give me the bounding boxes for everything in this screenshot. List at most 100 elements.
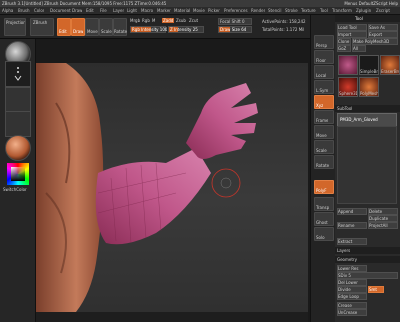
all-button[interactable]: All xyxy=(352,45,366,52)
texture-slot[interactable] xyxy=(5,111,31,137)
menu-item[interactable]: Stencil xyxy=(268,8,282,13)
rtool-persp[interactable]: Persp xyxy=(314,35,334,49)
rtool-scale[interactable]: Scale xyxy=(314,140,334,154)
menu-item[interactable]: Edit xyxy=(86,8,94,13)
subtool-item-selected[interactable]: PM3D_Arm_Gloved xyxy=(337,113,397,127)
zsub-toggle[interactable]: Zsub xyxy=(176,18,186,23)
polymesh-thumbnail[interactable]: PolyMesh3D xyxy=(359,77,379,97)
divide-button[interactable]: Divide xyxy=(337,286,367,293)
subtool-header[interactable]: SubTool xyxy=(335,105,400,112)
edit-button[interactable]: Edit xyxy=(57,18,71,36)
sdiv-slider[interactable]: SDiv 5 xyxy=(337,272,398,279)
zadd-toggle[interactable]: Zadd xyxy=(162,18,175,23)
save-as-button[interactable]: Save As xyxy=(368,24,398,31)
menu-item[interactable]: Light xyxy=(127,8,137,13)
window-right-controls[interactable]: Menus DefaultZScript Help xyxy=(344,1,398,6)
simple-brush-thumbnail[interactable]: SimpleBrush xyxy=(359,55,379,75)
menu-item[interactable]: Brush xyxy=(18,8,30,13)
material-icon[interactable] xyxy=(5,135,31,161)
goz-button[interactable]: GoZ xyxy=(337,45,351,52)
menu-item[interactable]: Layer xyxy=(113,8,124,13)
zcut-toggle[interactable]: Zcut xyxy=(189,18,198,23)
rtool-rotate[interactable]: Rotate xyxy=(314,155,334,169)
extract-button[interactable]: Extract xyxy=(337,238,367,245)
project-all-button[interactable]: ProjectAll xyxy=(368,222,398,229)
alpha-slot[interactable] xyxy=(5,87,31,113)
make-polymesh-button[interactable]: Make PolyMesh3D xyxy=(352,38,398,45)
menu-item[interactable]: Color xyxy=(34,8,44,13)
menu-item[interactable]: Marker xyxy=(157,8,171,13)
move-button[interactable]: Move xyxy=(85,18,99,36)
menu-item[interactable]: Zplugin xyxy=(356,8,371,13)
scale-button[interactable]: Scale xyxy=(99,18,113,36)
z-intensity-label: Z Intensity 25 xyxy=(170,27,198,32)
rtool-transp[interactable]: Transp xyxy=(314,197,334,211)
sphere-thumbnail[interactable]: Sphere3D xyxy=(338,77,358,97)
export-button[interactable]: Export xyxy=(368,31,398,38)
rtool-ghost[interactable]: Ghost xyxy=(314,212,334,226)
subtool-title: SubTool xyxy=(337,106,353,111)
viewport-canvas[interactable] xyxy=(36,63,308,312)
rtool-lsym[interactable]: L.Sym xyxy=(314,80,334,94)
delete-button[interactable]: Delete xyxy=(368,208,398,215)
total-points-readout: TotalPoints: 1.172 Mil xyxy=(262,27,305,32)
m-toggle[interactable]: M xyxy=(152,18,155,23)
rgb-toggle[interactable]: Rgb xyxy=(142,18,150,23)
menu-item[interactable]: Macro xyxy=(141,8,153,13)
import-button[interactable]: Import xyxy=(337,31,367,38)
rgb-intensity-slider[interactable]: Rgb Intensity 100 xyxy=(130,26,167,33)
rtool-frame[interactable]: Frame xyxy=(314,110,334,124)
eraser-brush-thumbnail[interactable]: EraserBrush xyxy=(380,55,400,75)
focal-shift-slider[interactable]: Focal Shift 0 xyxy=(218,18,252,25)
rtool-xyz[interactable]: Xyz xyxy=(314,95,334,109)
layers-header[interactable]: Layers xyxy=(335,247,400,254)
menu-item[interactable]: Material xyxy=(174,8,190,13)
sculpt-view[interactable] xyxy=(36,63,308,312)
menu-item[interactable]: Movie xyxy=(193,8,205,13)
menu-item[interactable]: Draw xyxy=(72,8,82,13)
load-tool-button[interactable]: Load Tool xyxy=(337,24,367,31)
switch-color-label[interactable]: SwitchColor xyxy=(3,187,27,192)
rename-button[interactable]: Rename xyxy=(337,222,367,229)
append-button[interactable]: Append xyxy=(337,208,367,215)
draw-button[interactable]: Draw xyxy=(71,18,85,36)
edit-label: Edit xyxy=(59,29,67,34)
mrgb-toggle[interactable]: Mrgb xyxy=(130,18,140,23)
duplicate-button[interactable]: Duplicate xyxy=(368,215,398,222)
smt-toggle[interactable]: Smt xyxy=(368,286,384,293)
del-lower-button[interactable]: Del Lower xyxy=(337,279,367,286)
menu-item[interactable]: Transform xyxy=(332,8,352,13)
menu-item[interactable]: Preferences xyxy=(224,8,248,13)
zbrush-button[interactable]: ZBrush xyxy=(30,18,54,36)
menu-item[interactable]: Alpha xyxy=(2,8,13,13)
menu-item[interactable]: Render xyxy=(251,8,265,13)
menu-item[interactable]: Document xyxy=(50,8,71,13)
draw-size-slider[interactable]: Draw Size 64 xyxy=(218,26,252,33)
crease-button[interactable]: Crease xyxy=(337,302,367,309)
edge-loop-button[interactable]: Edge Loop xyxy=(337,293,367,300)
rotate-button[interactable]: Rotate xyxy=(113,18,127,36)
clone-button[interactable]: Clone xyxy=(337,38,351,45)
uncrease-button[interactable]: UnCrease xyxy=(337,309,367,316)
rtool-local[interactable]: Local xyxy=(314,65,334,79)
projection-master-button[interactable]: Projection Master xyxy=(4,18,26,36)
menu-item[interactable]: Picker xyxy=(208,8,220,13)
menu-item[interactable]: Texture xyxy=(301,8,316,13)
menu-item[interactable]: Stroke xyxy=(285,8,298,13)
current-tool-thumbnail[interactable] xyxy=(338,55,358,75)
z-intensity-slider[interactable]: Z Intensity 25 xyxy=(168,26,204,33)
menu-item[interactable]: File xyxy=(100,8,107,13)
menu-item[interactable]: Tool xyxy=(320,8,328,13)
rtool-floor[interactable]: Floor xyxy=(314,50,334,64)
rtool-solo[interactable]: Solo xyxy=(314,227,334,241)
menu-item[interactable]: Zscript xyxy=(376,8,390,13)
stroke-icon[interactable] xyxy=(5,61,31,87)
rtool-polyf[interactable]: PolyF xyxy=(314,180,334,194)
color-gradient[interactable] xyxy=(11,167,25,181)
rtool-move[interactable]: Move xyxy=(314,125,334,139)
lower-res-button[interactable]: Lower Res xyxy=(337,265,367,272)
geometry-header[interactable]: Geometry xyxy=(335,256,400,263)
subtool-list[interactable] xyxy=(337,126,397,204)
tool-palette-header[interactable]: Tool xyxy=(335,15,400,22)
color-picker[interactable] xyxy=(7,163,29,185)
